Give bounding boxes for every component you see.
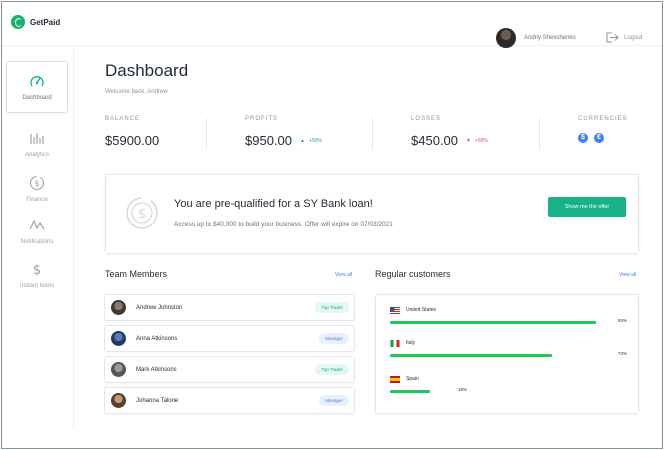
team-view-all-link[interactable]: View all <box>335 272 352 278</box>
avatar <box>111 331 126 346</box>
sidebar-item-label: Finance <box>26 197 48 203</box>
loan-offer-card: $ You are pre-qualified for a SY Bank lo… <box>105 174 639 254</box>
customers-view-all-link[interactable]: View all <box>619 272 636 278</box>
sidebar-item-instant-loans[interactable]: $ Instant loans <box>6 249 68 301</box>
sidebar-item-label: Notifications <box>20 239 54 245</box>
status-badge: Top Trader <box>315 364 349 375</box>
country-name: Spain <box>406 376 419 382</box>
brand-name: GetPaid <box>30 17 61 27</box>
losses-stat: Losses $450.00 ▼ +50% <box>411 116 488 148</box>
dollar-icon: $ <box>33 263 41 277</box>
dollar-refresh-icon: $ <box>126 197 158 229</box>
logout-label: Logout <box>624 34 643 41</box>
list-item[interactable]: Mark Atkinsons Top Trader <box>104 356 355 383</box>
currencies-stat: Currencies $ € <box>578 116 628 143</box>
italy-flag-icon <box>390 340 400 347</box>
brand[interactable]: GetPaid <box>11 15 60 29</box>
show-offer-button[interactable]: Show me the offer <box>548 197 626 217</box>
svg-text:$: $ <box>34 179 39 188</box>
sidebar: Dashboard Analytics $ Finance Notificati… <box>2 46 74 428</box>
loan-description: Access up to $40,000 to build your busin… <box>174 221 393 228</box>
euro-currency-button[interactable]: € <box>594 133 604 143</box>
page-title: Dashboard <box>105 61 189 80</box>
logout-button[interactable]: Logout <box>606 32 642 43</box>
spain-flag-icon <box>390 376 400 383</box>
avatar <box>111 362 126 377</box>
top-bar: GetPaid Andriy Shevchenko Logout <box>2 2 662 48</box>
list-item[interactable]: Johanna Talone Manager <box>104 387 355 414</box>
list-item[interactable]: Anna Atkinsons Manager <box>104 325 355 352</box>
status-badge: Top Trader <box>315 302 349 313</box>
sidebar-item-label: Analytics <box>24 152 49 158</box>
balance-stat: Balance $5900.00 <box>105 116 159 148</box>
bar-chart-icon <box>30 133 44 144</box>
dollar-circle-icon: $ <box>29 175 45 191</box>
avatar <box>111 300 126 315</box>
us-flag-icon <box>390 307 400 314</box>
page-subtitle: Welcome back, Andrew <box>105 89 168 95</box>
status-badge: Manager <box>319 333 349 344</box>
country-name: Italy <box>406 340 416 346</box>
stat-label: Balance <box>105 116 141 122</box>
member-name: Anna Atkinsons <box>136 335 178 342</box>
arrow-down-icon: ▼ <box>466 137 471 144</box>
stat-label: Losses <box>411 116 442 122</box>
progress-bar <box>390 321 597 324</box>
profits-stat: Profits $950.00 ▲ +50% <box>245 116 322 148</box>
progress-bar <box>390 354 553 357</box>
stat-value: $950.00 <box>245 133 292 148</box>
arrow-up-icon: ▲ <box>300 137 305 144</box>
divider <box>539 118 540 150</box>
percent-label: 93% <box>618 318 628 323</box>
logout-icon <box>606 32 619 43</box>
brand-logo-icon <box>11 15 25 29</box>
member-name: Johanna Talone <box>136 397 179 404</box>
team-members-title: Team Members <box>105 269 168 279</box>
sidebar-item-label: Dashboard <box>22 95 52 101</box>
gauge-icon <box>30 76 44 87</box>
sidebar-item-dashboard[interactable]: Dashboard <box>6 61 68 113</box>
progress-bar <box>390 390 430 393</box>
pulse-icon <box>29 219 45 230</box>
stat-label: Profits <box>245 116 279 122</box>
list-item[interactable]: Andrew Johnston Top Trader <box>104 294 355 321</box>
percent-label: 18% <box>457 387 467 392</box>
stat-label: Currencies <box>578 116 628 122</box>
app-window: GetPaid Andriy Shevchenko Logout Dashboa… <box>1 1 663 449</box>
percent-label: 73% <box>618 351 628 356</box>
regular-customers-title: Regular customers <box>375 269 451 279</box>
stat-delta: +50% <box>474 137 488 144</box>
divider <box>206 118 207 150</box>
sidebar-item-label: Instant loans <box>19 283 55 289</box>
divider <box>372 118 373 150</box>
user-menu[interactable]: Andriy Shevchenko <box>496 28 576 48</box>
dollar-currency-button[interactable]: $ <box>578 133 588 143</box>
member-name: Mark Atkinsons <box>136 366 177 373</box>
loan-title: You are pre-qualified for a SY Bank loan… <box>174 198 373 210</box>
status-badge: Manager <box>319 395 349 406</box>
svg-text:$: $ <box>33 263 41 277</box>
stat-delta: +50% <box>308 137 322 144</box>
avatar <box>111 393 126 408</box>
member-name: Andrew Johnston <box>136 304 183 311</box>
svg-text:$: $ <box>138 207 146 222</box>
user-name: Andriy Shevchenko <box>524 35 576 41</box>
stat-value: $5900.00 <box>105 133 160 148</box>
customers-card: United States 93% Italy 73% Spain 18% <box>375 294 639 414</box>
avatar <box>496 28 516 48</box>
stat-value: $450.00 <box>411 133 458 148</box>
country-name: United States <box>406 307 437 313</box>
